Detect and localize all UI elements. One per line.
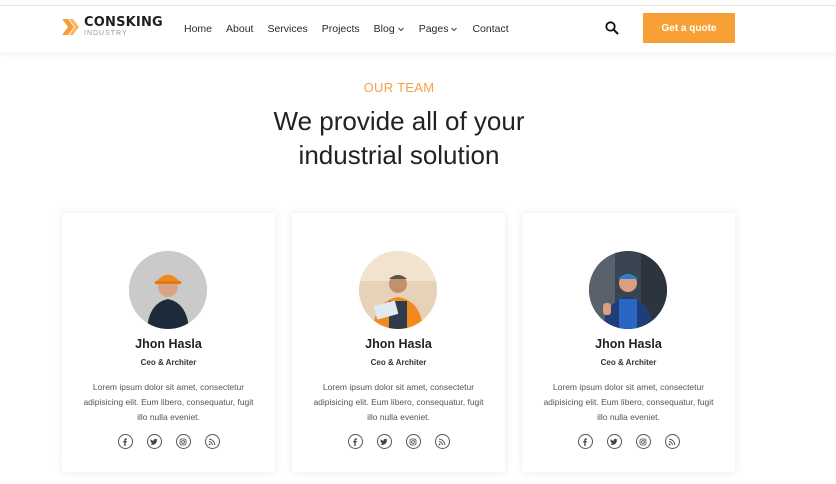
instagram-icon[interactable] xyxy=(405,434,421,449)
team-card: Jhon Hasla Ceo & Architer Lorem ipsum do… xyxy=(62,213,275,472)
section-title-line-2: industrial solution xyxy=(298,140,500,170)
logo[interactable]: CONSKING INDUSTRY xyxy=(62,16,163,37)
menu-item-projects[interactable]: Projects xyxy=(322,23,360,35)
team-card: Jhon Hasla Ceo & Architer Lorem ipsum do… xyxy=(522,213,735,472)
menu-item-home[interactable]: Home xyxy=(184,23,212,35)
social-links xyxy=(292,434,505,449)
team-member-photo xyxy=(359,251,437,329)
chevron-down-icon xyxy=(451,27,458,32)
menu-item-label: Blog xyxy=(373,23,395,35)
menu-item-blog[interactable]: Blog xyxy=(374,23,405,35)
social-links xyxy=(522,434,735,449)
twitter-icon[interactable] xyxy=(376,434,392,449)
avatar xyxy=(589,251,667,329)
navbar: CONSKING INDUSTRY Home About Services Pr… xyxy=(0,6,836,52)
chevron-down-icon xyxy=(397,27,404,32)
menu-item-label: Contact xyxy=(472,23,509,35)
member-role: Ceo & Architer xyxy=(140,358,197,367)
section-eyebrow: OUR TEAM xyxy=(363,80,435,95)
main-menu: Home About Services Projects Blog Pages … xyxy=(184,6,523,52)
avatar xyxy=(359,251,437,329)
section-title-line-1: We provide all of your xyxy=(273,106,525,136)
member-name: Jhon Hasla xyxy=(595,337,662,351)
menu-item-label: Home xyxy=(184,23,213,35)
section-title: We provide all of your industrial soluti… xyxy=(0,104,798,172)
menu-item-about[interactable]: About xyxy=(226,23,253,35)
twitter-icon[interactable] xyxy=(146,434,162,449)
member-role: Ceo & Architer xyxy=(370,358,427,367)
member-bio: Lorem ipsum dolor sit amet, consectetur … xyxy=(543,382,714,422)
menu-item-services[interactable]: Services xyxy=(267,23,307,35)
social-links xyxy=(62,434,275,449)
menu-item-label: Services xyxy=(267,23,308,35)
menu-item-pages[interactable]: Pages xyxy=(419,23,459,35)
menu-item-contact[interactable]: Contact xyxy=(472,23,508,35)
team-member-photo xyxy=(129,251,207,329)
twitter-icon[interactable] xyxy=(606,434,622,449)
rss-icon[interactable] xyxy=(434,434,450,449)
facebook-icon[interactable] xyxy=(347,434,363,449)
logo-name: CONSKING xyxy=(84,15,163,30)
member-name: Jhon Hasla xyxy=(365,337,432,351)
logo-subtitle: INDUSTRY xyxy=(84,30,128,37)
logo-chevron-icon xyxy=(62,18,79,35)
avatar xyxy=(129,251,207,329)
search-icon[interactable] xyxy=(604,20,620,36)
instagram-icon[interactable] xyxy=(175,434,191,449)
team-card: Jhon Hasla Ceo & Architer Lorem ipsum do… xyxy=(292,213,505,472)
member-bio: Lorem ipsum dolor sit amet, consectetur … xyxy=(313,382,484,422)
instagram-icon[interactable] xyxy=(635,434,651,449)
get-a-quote-button[interactable]: Get a quote xyxy=(643,13,735,43)
menu-item-label: About xyxy=(226,23,254,35)
menu-item-label: Pages xyxy=(418,23,449,35)
rss-icon[interactable] xyxy=(204,434,220,449)
member-name: Jhon Hasla xyxy=(135,337,202,351)
menu-item-label: Projects xyxy=(321,23,360,35)
member-role: Ceo & Architer xyxy=(600,358,657,367)
facebook-icon[interactable] xyxy=(117,434,133,449)
team-member-photo xyxy=(589,251,667,329)
facebook-icon[interactable] xyxy=(577,434,593,449)
rss-icon[interactable] xyxy=(664,434,680,449)
member-bio: Lorem ipsum dolor sit amet, consectetur … xyxy=(83,382,254,422)
